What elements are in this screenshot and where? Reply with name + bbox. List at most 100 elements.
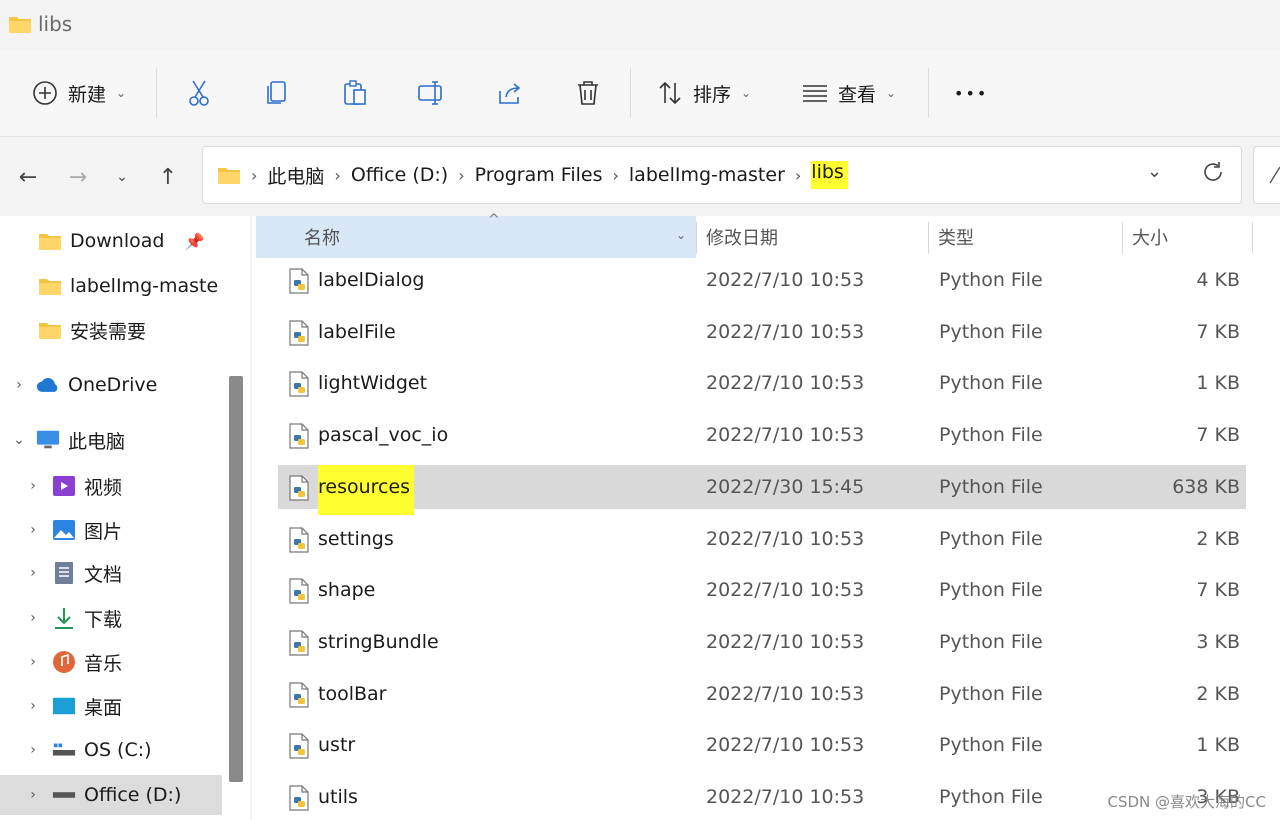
column-divider[interactable] xyxy=(696,222,697,254)
column-type[interactable]: 类型 xyxy=(938,216,974,258)
column-divider[interactable] xyxy=(928,222,929,254)
sort-button[interactable]: 排序 ⌄ xyxy=(655,72,751,114)
sidebar-scrollbar[interactable] xyxy=(229,376,243,782)
sidebar-item-downloads[interactable]: › 下载 xyxy=(0,598,248,638)
chevron-down-icon: ⌄ xyxy=(116,86,127,100)
file-name: labelFile xyxy=(318,320,396,343)
sidebar-item-music[interactable]: › 音乐 xyxy=(0,642,248,682)
new-button[interactable]: 新建 ⌄ xyxy=(30,72,126,114)
file-row[interactable]: utils 2022/7/10 10:53 Python File 3 KB xyxy=(278,775,1246,819)
rename-button[interactable] xyxy=(417,72,447,114)
breadcrumb: › 此电脑 › Office (D:) › Program Files › la… xyxy=(217,147,848,203)
chevron-right-icon[interactable]: › xyxy=(26,565,40,581)
cut-button[interactable] xyxy=(184,72,214,114)
rename-icon xyxy=(417,78,447,108)
delete-button[interactable] xyxy=(573,72,603,114)
python-file-icon xyxy=(289,526,309,553)
chevron-right-icon: › xyxy=(251,165,258,185)
chevron-right-icon[interactable]: › xyxy=(26,742,40,758)
column-size[interactable]: 大小 xyxy=(1132,216,1168,258)
file-row[interactable]: labelFile 2022/7/10 10:53 Python File 7 KB xyxy=(278,310,1246,354)
file-type: Python File xyxy=(939,630,1043,653)
column-modified-label: 修改日期 xyxy=(706,228,778,249)
view-button[interactable]: 查看 ⌄ xyxy=(800,72,896,114)
file-row[interactable]: shape 2022/7/10 10:53 Python File 7 KB xyxy=(278,568,1246,612)
file-modified: 2022/7/10 10:53 xyxy=(706,320,865,343)
python-file-icon xyxy=(289,320,309,346)
sidebar-item-pictures[interactable]: › 图片 xyxy=(0,510,248,550)
column-modified[interactable]: 修改日期 xyxy=(706,216,778,258)
file-modified: 2022/7/10 10:53 xyxy=(706,579,865,602)
chevron-right-icon[interactable]: › xyxy=(26,698,40,714)
up-button[interactable]: ↑ xyxy=(150,159,186,195)
sidebar-item-os-c[interactable]: › OS (C:) xyxy=(0,730,248,770)
address-history-button[interactable]: ⌄ xyxy=(1147,161,1162,182)
back-button[interactable]: ← xyxy=(10,159,46,195)
chevron-right-icon[interactable]: › xyxy=(26,654,40,670)
chevron-right-icon[interactable]: › xyxy=(26,787,40,803)
file-name: pascal_voc_io xyxy=(318,424,449,447)
share-button[interactable] xyxy=(495,72,525,114)
chevron-down-icon: ⌄ xyxy=(116,169,128,185)
column-divider[interactable] xyxy=(1252,222,1253,254)
file-name: shape xyxy=(318,579,376,602)
python-file-icon xyxy=(289,371,309,397)
sidebar-item-onedrive[interactable]: › OneDrive xyxy=(0,365,234,405)
sidebar-item-label: 安装需要 xyxy=(70,320,147,343)
more-button[interactable]: ••• xyxy=(954,72,988,114)
breadcrumb-item[interactable]: Office (D:) xyxy=(351,164,448,186)
search-icon xyxy=(1269,166,1280,184)
file-row[interactable]: stringBundle 2022/7/10 10:53 Python File 3 … xyxy=(278,620,1246,664)
chevron-right-icon[interactable]: › xyxy=(12,377,26,393)
sidebar-item-desktop[interactable]: › 桌面 xyxy=(0,686,248,726)
copy-button[interactable] xyxy=(262,72,292,114)
breadcrumb-item[interactable]: labelImg-master xyxy=(629,164,785,186)
sidebar-item-this-pc[interactable]: ⌄ 此电脑 xyxy=(0,420,234,460)
chevron-down-icon[interactable]: ⌄ xyxy=(12,432,26,448)
chevron-right-icon[interactable]: › xyxy=(26,522,40,538)
sidebar-item-label: 文档 xyxy=(84,563,123,586)
address-bar[interactable]: › 此电脑 › Office (D:) › Program Files › la… xyxy=(202,146,1242,204)
file-row[interactable]: ustr 2022/7/10 10:53 Python File 1 KB xyxy=(278,723,1246,767)
music-icon xyxy=(52,651,76,673)
sort-ascending-icon: ^ xyxy=(488,212,500,228)
file-row[interactable]: resources 2022/7/30 15:45 Python File 638 K… xyxy=(278,464,1246,515)
breadcrumb-item-current[interactable]: libs xyxy=(811,161,848,189)
file-row[interactable]: labelDialog 2022/7/10 10:53 Python File 4 K… xyxy=(278,258,1246,302)
file-row[interactable]: pascal_voc_io 2022/7/10 10:53 Python File 7… xyxy=(278,413,1246,457)
breadcrumb-item[interactable]: 此电脑 xyxy=(267,162,324,189)
file-type: Python File xyxy=(939,786,1043,808)
paste-button[interactable] xyxy=(340,72,370,114)
cloud-icon xyxy=(36,374,60,396)
recent-locations-button[interactable]: ⌄ xyxy=(104,159,140,195)
drive-icon xyxy=(52,784,76,806)
sidebar-item-labelimg[interactable]: labelImg-maste xyxy=(0,266,224,306)
sidebar-item-download[interactable]: Download 📌 xyxy=(0,221,260,261)
file-type: Python File xyxy=(939,320,1043,343)
refresh-button[interactable] xyxy=(1201,160,1227,186)
list-view-icon xyxy=(800,78,830,108)
chevron-right-icon[interactable]: › xyxy=(26,610,40,626)
navigation-pane: Download 📌 labelImg-maste 安装需要 › OneDriv… xyxy=(0,216,250,820)
sidebar-item-install[interactable]: 安装需要 xyxy=(0,310,260,350)
address-row: ← → ⌄ ↑ › 此电脑 › Office (D:) › Program Fi… xyxy=(0,137,1280,215)
forward-button[interactable]: → xyxy=(60,159,96,195)
search-box[interactable] xyxy=(1253,146,1280,204)
toolbar-divider xyxy=(156,68,157,118)
column-divider[interactable] xyxy=(1122,222,1123,254)
sidebar-item-videos[interactable]: › 视频 xyxy=(0,466,248,506)
breadcrumb-item[interactable]: Program Files xyxy=(475,164,603,186)
sidebar-item-office-d[interactable]: › Office (D:) xyxy=(0,775,222,815)
chevron-down-icon[interactable]: ⌄ xyxy=(676,228,686,242)
sidebar-item-label: 此电脑 xyxy=(68,430,126,453)
sidebar-item-documents[interactable]: › 文档 xyxy=(0,553,248,593)
sidebar-item-label: 桌面 xyxy=(84,696,123,719)
file-type: Python File xyxy=(939,269,1043,291)
file-row[interactable]: lightWidget 2022/7/10 10:53 Python File 1 K… xyxy=(278,361,1246,405)
file-row[interactable]: settings 2022/7/10 10:53 Python File 2 KB xyxy=(278,517,1246,561)
chevron-right-icon[interactable]: › xyxy=(26,478,40,494)
file-modified: 2022/7/10 10:53 xyxy=(706,630,865,653)
file-row[interactable]: toolBar 2022/7/10 10:53 Python File 2 KB xyxy=(278,672,1246,716)
sidebar-item-label: labelImg-maste xyxy=(70,275,219,297)
chevron-right-icon: › xyxy=(612,165,619,185)
